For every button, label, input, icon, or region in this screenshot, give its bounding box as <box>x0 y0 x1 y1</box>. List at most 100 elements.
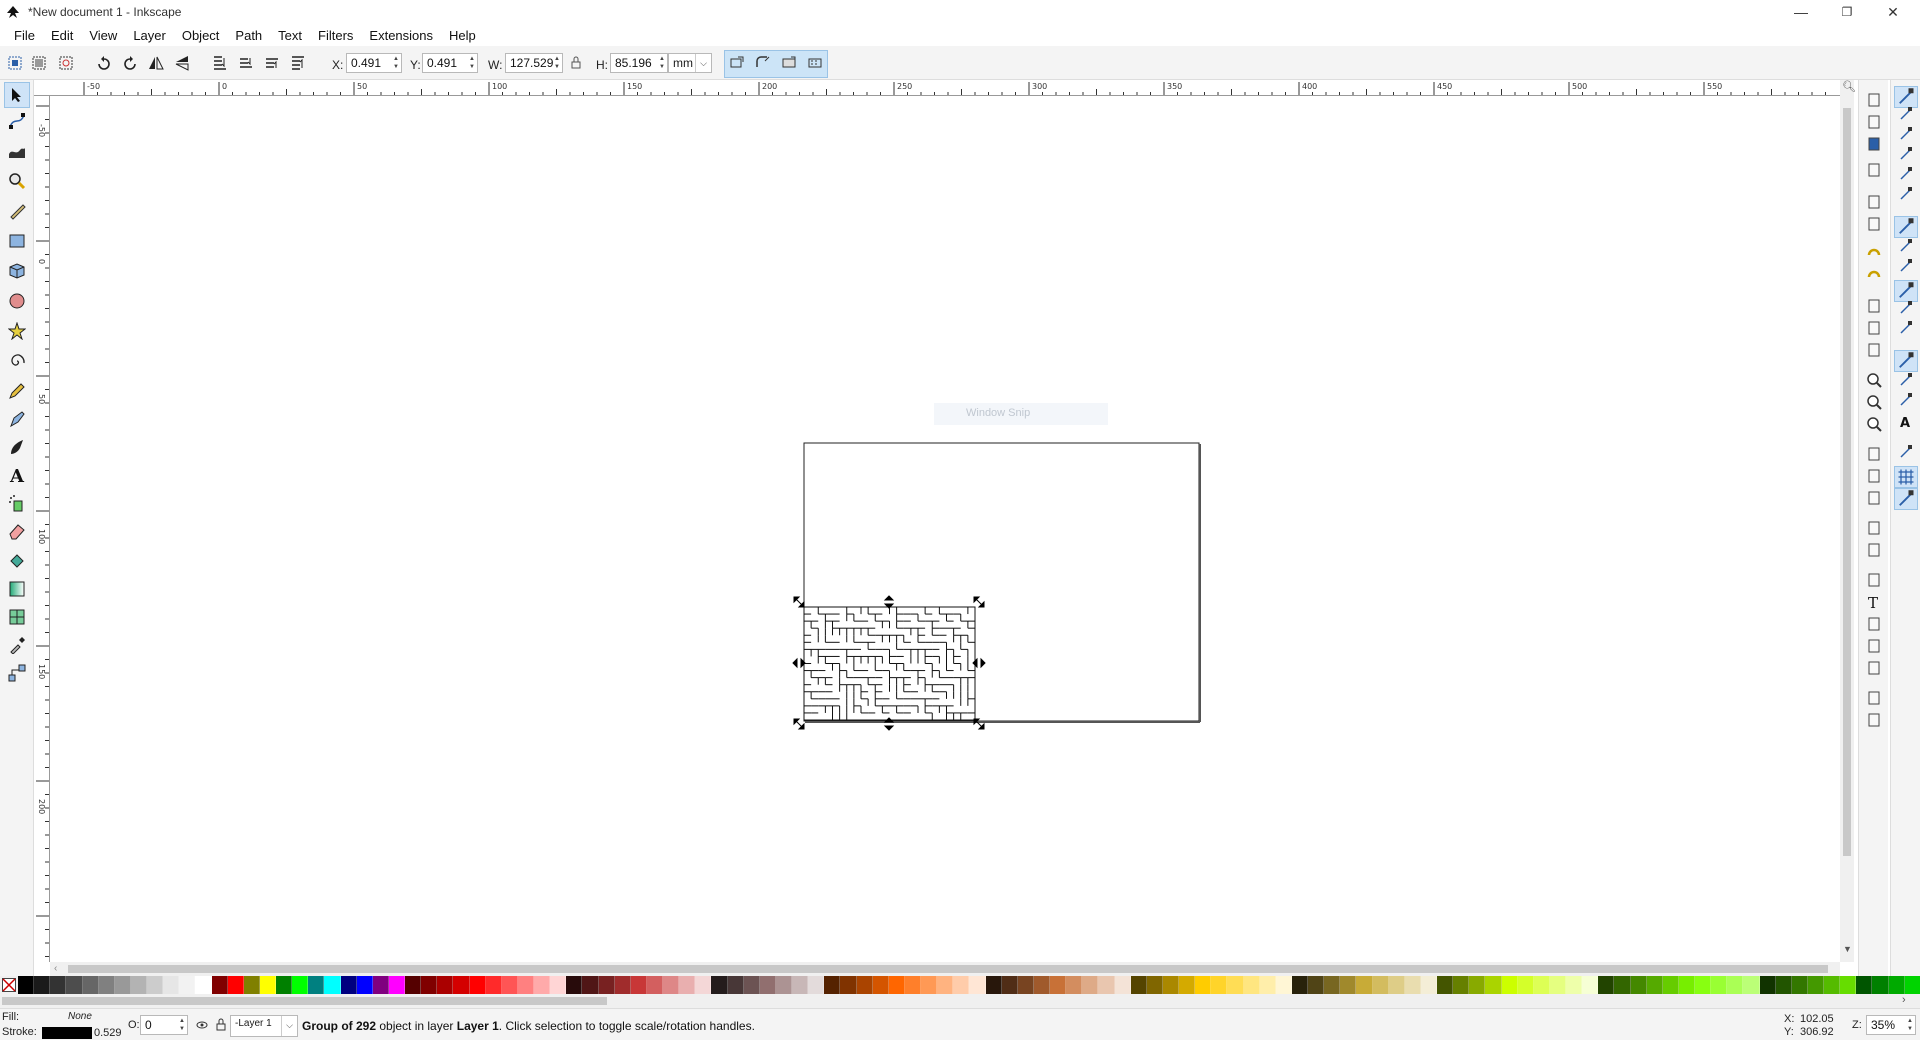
open-icon[interactable] <box>1866 114 1882 130</box>
snap-enable-icon[interactable] <box>1894 86 1918 108</box>
layer-select[interactable]: -Layer 1 ⌵ <box>230 1015 298 1037</box>
cut-icon[interactable] <box>1866 320 1882 336</box>
palette-swatch[interactable] <box>969 976 986 994</box>
palette-swatch[interactable] <box>872 976 889 994</box>
flip-vertical-icon[interactable] <box>174 55 190 71</box>
select-all-layers-icon[interactable] <box>31 55 47 71</box>
palette-swatch[interactable] <box>1033 976 1050 994</box>
palette-scroll-thumb[interactable] <box>2 997 607 1005</box>
copy-icon[interactable] <box>1866 298 1882 314</box>
ungroup-icon[interactable] <box>1866 542 1882 558</box>
palette-swatch[interactable] <box>711 976 728 994</box>
palette-swatch[interactable] <box>130 976 147 994</box>
palette-swatch[interactable] <box>421 976 438 994</box>
palette-swatch[interactable] <box>1533 976 1550 994</box>
text-font-icon[interactable]: T <box>1866 594 1882 610</box>
palette-swatch[interactable] <box>792 976 809 994</box>
palette-swatch[interactable] <box>614 976 631 994</box>
palette-swatch[interactable] <box>888 976 905 994</box>
snap-bbox-corners-icon[interactable] <box>1898 146 1914 162</box>
raise-to-top-icon[interactable] <box>290 55 306 71</box>
palette-swatch[interactable] <box>1340 976 1357 994</box>
h-input[interactable]: 85.196 ▲ ▼ <box>610 53 668 73</box>
palette-swatch[interactable] <box>1566 976 1583 994</box>
export-icon[interactable] <box>1866 216 1882 232</box>
transform-gradients-icon[interactable] <box>781 55 797 71</box>
rectangle-tool[interactable] <box>4 228 30 254</box>
palette-swatch[interactable] <box>1211 976 1228 994</box>
xml-editor-icon[interactable] <box>1866 638 1882 654</box>
raise-icon[interactable] <box>264 55 280 71</box>
palette-swatch[interactable] <box>372 976 389 994</box>
scale-handle[interactable] <box>792 657 806 669</box>
palette-swatch[interactable] <box>1179 976 1196 994</box>
stroke-width[interactable]: 0.529 <box>94 1027 122 1039</box>
minimize-button[interactable]: — <box>1778 0 1824 24</box>
palette-swatch[interactable] <box>824 976 841 994</box>
layers-icon[interactable] <box>1866 616 1882 632</box>
palette-swatch[interactable] <box>1469 976 1486 994</box>
palette-swatch[interactable] <box>598 976 615 994</box>
menu-filters[interactable]: Filters <box>310 28 361 43</box>
new-document-icon[interactable] <box>1866 92 1882 108</box>
import-icon[interactable] <box>1866 194 1882 210</box>
palette-swatch[interactable] <box>646 976 663 994</box>
palette-swatch[interactable] <box>276 976 293 994</box>
palette-swatch[interactable] <box>356 976 373 994</box>
palette-swatch[interactable] <box>388 976 405 994</box>
palette-scrollbar[interactable]: › <box>0 994 1920 1008</box>
zoom-drawing-icon[interactable] <box>1866 394 1882 410</box>
palette-swatch[interactable] <box>679 976 696 994</box>
palette-swatch[interactable] <box>840 976 857 994</box>
palette-swatch[interactable] <box>1243 976 1260 994</box>
scroll-right-icon[interactable]: › <box>1902 994 1906 1006</box>
palette-swatch[interactable] <box>18 976 35 994</box>
paste-icon[interactable] <box>1866 342 1882 358</box>
star-tool[interactable] <box>4 318 30 344</box>
palette-swatch[interactable] <box>1549 976 1566 994</box>
palette-swatch[interactable] <box>34 976 51 994</box>
palette-swatch[interactable] <box>1275 976 1292 994</box>
palette-swatch[interactable] <box>243 976 260 994</box>
drawing-canvas[interactable]: Window Snip <box>50 96 1840 962</box>
palette-swatch[interactable] <box>292 976 309 994</box>
palette-swatch[interactable] <box>1727 976 1744 994</box>
palette-swatch[interactable] <box>485 976 502 994</box>
y-input[interactable]: 0.491 ▲ ▼ <box>422 53 478 73</box>
palette-swatch[interactable] <box>550 976 567 994</box>
lower-to-bottom-icon[interactable] <box>212 55 228 71</box>
palette-swatch[interactable] <box>1372 976 1389 994</box>
palette-swatch[interactable] <box>163 976 180 994</box>
spin-arrows-icon[interactable]: ▲ ▼ <box>553 55 561 71</box>
palette-swatch[interactable] <box>259 976 276 994</box>
rotate-ccw-icon[interactable] <box>96 55 112 71</box>
palette-swatch[interactable] <box>1824 976 1841 994</box>
save-icon[interactable] <box>1866 136 1882 152</box>
palette-swatch[interactable] <box>1050 976 1067 994</box>
document-properties-icon[interactable] <box>1866 690 1882 706</box>
scale-handle[interactable] <box>793 718 805 730</box>
palette-swatch[interactable] <box>775 976 792 994</box>
snap-smooth-nodes-icon[interactable] <box>1898 300 1914 316</box>
menu-layer[interactable]: Layer <box>125 28 174 43</box>
pen-tool[interactable] <box>4 406 30 432</box>
palette-swatch[interactable] <box>147 976 164 994</box>
palette-swatch[interactable] <box>324 976 341 994</box>
menu-help[interactable]: Help <box>441 28 484 43</box>
gradient-tool[interactable] <box>4 576 30 602</box>
spin-arrows-icon[interactable]: ▲ ▼ <box>658 55 666 71</box>
snap-nodes-icon[interactable] <box>1894 216 1918 238</box>
palette-swatch[interactable] <box>1872 976 1889 994</box>
palette-swatch[interactable] <box>1598 976 1615 994</box>
palette-swatch[interactable] <box>1485 976 1502 994</box>
preferences-icon[interactable] <box>1866 712 1882 728</box>
palette-swatch[interactable] <box>663 976 680 994</box>
snap-cusp-nodes-icon[interactable] <box>1894 280 1918 302</box>
spin-arrows-icon[interactable]: ▲ ▼ <box>1906 1017 1914 1033</box>
duplicate-icon[interactable] <box>1866 446 1882 462</box>
palette-swatch[interactable] <box>1066 976 1083 994</box>
lock-ratio-icon[interactable] <box>570 55 582 71</box>
print-icon[interactable] <box>1866 162 1882 178</box>
palette-swatch[interactable] <box>1227 976 1244 994</box>
selector-tool[interactable] <box>4 82 30 108</box>
